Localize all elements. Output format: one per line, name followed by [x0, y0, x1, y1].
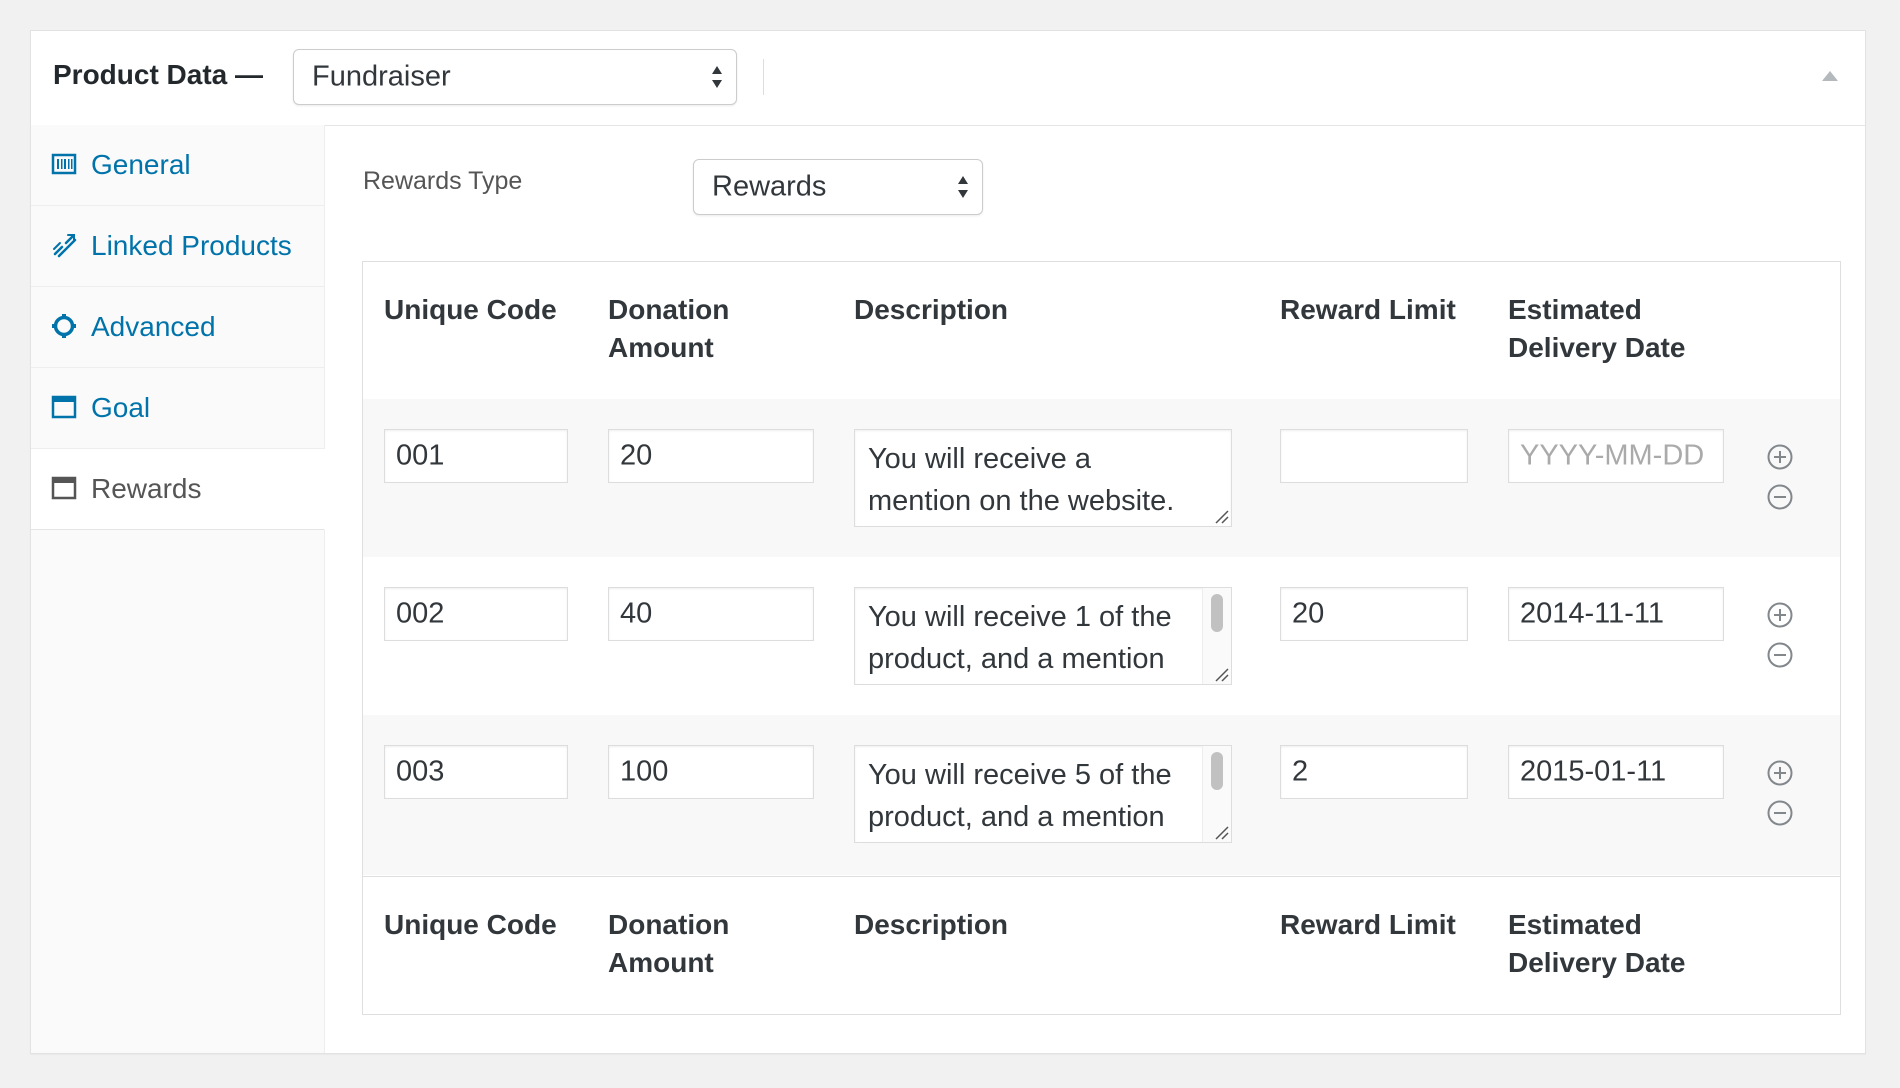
- reward-limit-input[interactable]: [1280, 429, 1468, 483]
- barcode-icon: [51, 151, 77, 177]
- rewards-type-label: Rewards Type: [363, 167, 523, 195]
- product-data-panel: Product Data — Fundraiser General Linked…: [30, 30, 1866, 1054]
- rewards-panel: Rewards Type Rewards Unique Code Donation…: [325, 125, 1865, 1053]
- description-textarea[interactable]: You will receive 5 of the product, and a…: [854, 745, 1232, 843]
- tab-label: Advanced: [91, 311, 216, 342]
- tab-linked-products[interactable]: Linked Products: [31, 206, 324, 287]
- add-row-icon[interactable]: [1766, 443, 1794, 471]
- column-header: Estimated Delivery Date: [1508, 291, 1685, 367]
- column-header: Reward Limit: [1280, 291, 1456, 329]
- column-header: Reward Limit: [1280, 906, 1456, 944]
- column-header: Donation Amount: [608, 291, 729, 367]
- description-text: You will receive 5 of the product, and a…: [868, 759, 1172, 833]
- reward-limit-input[interactable]: 20: [1280, 587, 1468, 641]
- column-header: Description: [854, 291, 1008, 329]
- column-header-line: Reward Limit: [1280, 909, 1456, 940]
- reward-row: 003 100 You will receive 5 of the product,…: [363, 715, 1840, 875]
- resize-grip-icon[interactable]: [1213, 666, 1229, 682]
- tab-label: Rewards: [91, 473, 202, 504]
- column-header-line: Amount: [608, 332, 714, 363]
- limit-value: 2: [1292, 755, 1309, 788]
- gear-icon: [51, 313, 77, 339]
- tab-label: Linked Products: [91, 230, 292, 261]
- code-value: 001: [396, 439, 445, 472]
- reward-row: 001 20 You will receive a mention on the w…: [363, 399, 1840, 557]
- rewards-type-select[interactable]: Rewards: [693, 159, 983, 215]
- description-textarea[interactable]: You will receive a mention on the websit…: [854, 429, 1232, 527]
- unique-code-input[interactable]: 003: [384, 745, 568, 799]
- header-separator: [763, 59, 764, 95]
- remove-row-icon[interactable]: [1766, 799, 1794, 827]
- resize-grip-icon[interactable]: [1213, 824, 1229, 840]
- tab-rewards[interactable]: Rewards: [31, 449, 325, 530]
- tab-label: General: [91, 149, 191, 180]
- column-header-line: Description: [854, 909, 1009, 940]
- table-footer: Unique Code Donation Amount Description Rewa…: [363, 876, 1840, 1014]
- select-arrows-icon: [712, 66, 722, 88]
- column-header-line: Unique Code: [384, 294, 557, 325]
- amount-value: 40: [620, 597, 653, 630]
- code-value: 003: [396, 755, 445, 788]
- description-text: You will receive 1 of the product, and a…: [868, 601, 1172, 675]
- date-value: 2015-01-11: [1520, 755, 1667, 788]
- column-header-line: Description: [854, 294, 1009, 325]
- donation-amount-input[interactable]: 20: [608, 429, 814, 483]
- product-type-value: Fundraiser: [312, 60, 451, 93]
- column-header-line: Amount: [608, 947, 714, 978]
- column-header-line: Reward Limit: [1280, 294, 1456, 325]
- column-header: Estimated Delivery Date: [1508, 906, 1685, 982]
- code-value: 002: [396, 597, 445, 630]
- panel-header: Product Data — Fundraiser: [31, 31, 1865, 126]
- column-header: Unique Code: [384, 906, 557, 944]
- product-data-tabs: General Linked Products Advanced Goal Re…: [31, 125, 325, 1053]
- column-header-line: Estimated: [1508, 909, 1642, 940]
- table-header: Unique Code Donation Amount Description Rewa…: [363, 262, 1840, 400]
- column-header-line: Delivery Date: [1508, 947, 1686, 978]
- column-header: Donation Amount: [608, 906, 729, 982]
- reward-limit-input[interactable]: 2: [1280, 745, 1468, 799]
- date-placeholder: YYYY-MM-DD: [1520, 439, 1705, 472]
- column-header-line: Donation: [608, 909, 730, 940]
- unique-code-input[interactable]: 001: [384, 429, 568, 483]
- tab-goal[interactable]: Goal: [31, 368, 324, 449]
- date-value: 2014-11-11: [1520, 597, 1665, 630]
- panel-title: Product Data —: [53, 59, 264, 90]
- select-arrows-icon: [958, 176, 968, 198]
- rewards-table: Unique Code Donation Amount Description Rewa…: [362, 261, 1841, 1015]
- donation-amount-input[interactable]: 100: [608, 745, 814, 799]
- reward-row: 002 40 You will receive 1 of the product, …: [363, 557, 1840, 715]
- donation-amount-input[interactable]: 40: [608, 587, 814, 641]
- delivery-date-input[interactable]: YYYY-MM-DD: [1508, 429, 1724, 483]
- column-header-line: Delivery Date: [1508, 332, 1686, 363]
- description-text: You will receive a mention on the websit…: [868, 443, 1175, 517]
- add-row-icon[interactable]: [1766, 601, 1794, 629]
- tab-label: Goal: [91, 392, 151, 423]
- description-textarea[interactable]: You will receive 1 of the product, and a…: [854, 587, 1232, 685]
- amount-value: 20: [620, 439, 653, 472]
- link-icon: [51, 232, 77, 258]
- scrollbar-thumb[interactable]: [1211, 752, 1223, 790]
- column-header-line: Estimated: [1508, 294, 1642, 325]
- amount-value: 100: [620, 755, 669, 788]
- column-header-line: Donation: [608, 294, 730, 325]
- scrollbar-thumb[interactable]: [1211, 594, 1223, 632]
- product-type-select[interactable]: Fundraiser: [293, 49, 737, 105]
- remove-row-icon[interactable]: [1766, 483, 1794, 511]
- column-header-line: Unique Code: [384, 909, 557, 940]
- unique-code-input[interactable]: 002: [384, 587, 568, 641]
- window-icon: [51, 475, 77, 501]
- add-row-icon[interactable]: [1766, 759, 1794, 787]
- rewards-type-value: Rewards: [712, 170, 827, 203]
- delivery-date-input[interactable]: 2015-01-11: [1508, 745, 1724, 799]
- tab-general[interactable]: General: [31, 125, 324, 206]
- tab-advanced[interactable]: Advanced: [31, 287, 324, 368]
- window-icon: [51, 394, 77, 420]
- limit-value: 20: [1292, 597, 1325, 630]
- column-header: Unique Code: [384, 291, 557, 329]
- delivery-date-input[interactable]: 2014-11-11: [1508, 587, 1724, 641]
- collapse-arrow-icon[interactable]: [1819, 65, 1841, 87]
- remove-row-icon[interactable]: [1766, 641, 1794, 669]
- column-header: Description: [854, 906, 1008, 944]
- resize-grip-icon[interactable]: [1213, 508, 1229, 524]
